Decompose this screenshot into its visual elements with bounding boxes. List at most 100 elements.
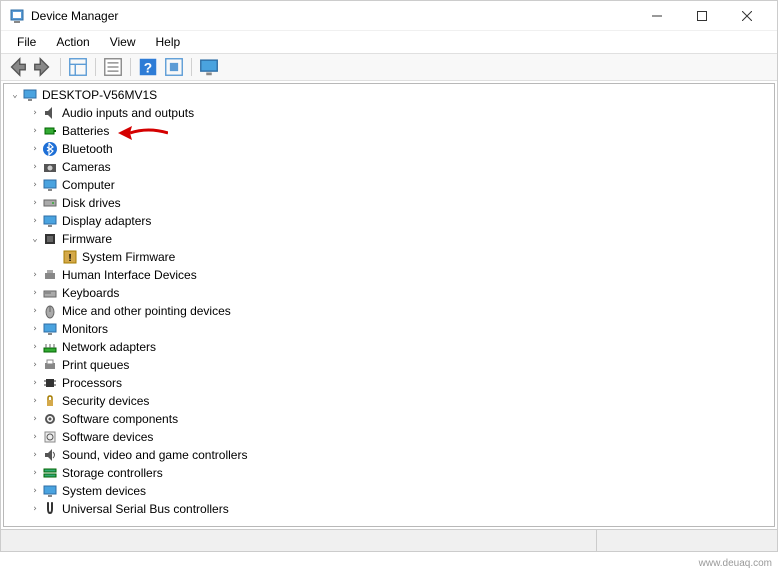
toolbar-separator (60, 58, 61, 76)
tree-item[interactable]: › Monitors (6, 320, 772, 338)
tree-item[interactable]: › Software devices (6, 428, 772, 446)
expander-icon[interactable]: › (28, 342, 42, 352)
expander-icon[interactable]: › (28, 324, 42, 334)
tree-item[interactable]: › Audio inputs and outputs (6, 104, 772, 122)
tree-item-label: Network adapters (62, 340, 156, 354)
menu-file[interactable]: File (7, 33, 46, 51)
toolbar-separator (130, 58, 131, 76)
expander-icon[interactable]: › (28, 450, 42, 460)
menu-view[interactable]: View (100, 33, 146, 51)
tree-root[interactable]: ⌄ DESKTOP-V56MV1S (6, 86, 772, 104)
tree-item[interactable]: › Software components (6, 410, 772, 428)
device-icon: ! (62, 249, 78, 265)
tree-item-label: Monitors (62, 322, 108, 336)
expander-icon[interactable]: › (28, 378, 42, 388)
expander-icon[interactable]: › (28, 180, 42, 190)
scan-hardware-button[interactable] (162, 56, 186, 78)
tree-item[interactable]: ›Processors (6, 374, 772, 392)
expander-icon[interactable]: › (28, 108, 42, 118)
back-button[interactable] (5, 56, 29, 78)
device-category-icon (42, 123, 58, 139)
expander-icon[interactable]: › (28, 270, 42, 280)
device-category-icon (42, 177, 58, 193)
tree-item[interactable]: ›Bluetooth (6, 140, 772, 158)
expander-icon[interactable]: › (28, 432, 42, 442)
tree-item[interactable]: ›Security devices (6, 392, 772, 410)
expander-icon[interactable]: › (28, 414, 42, 424)
tree-item[interactable]: › System devices (6, 482, 772, 500)
tree-item[interactable]: › Display adapters (6, 212, 772, 230)
minimize-button[interactable] (634, 2, 679, 30)
expander-icon[interactable]: › (28, 126, 42, 136)
tree-item[interactable]: › Cameras (6, 158, 772, 176)
tree-item[interactable]: › Batteries (6, 122, 772, 140)
tree-item[interactable]: !System Firmware (6, 248, 772, 266)
show-hide-tree-button[interactable] (66, 56, 90, 78)
expander-icon[interactable]: › (28, 396, 42, 406)
expander-icon[interactable]: › (28, 360, 42, 370)
tree-item-label: Cameras (62, 160, 111, 174)
expander-icon[interactable]: › (28, 162, 42, 172)
tree-item[interactable]: ›Keyboards (6, 284, 772, 302)
device-tree[interactable]: ⌄DESKTOP-V56MV1S›Audio inputs and output… (3, 83, 775, 527)
tree-item-label: Mice and other pointing devices (62, 304, 231, 318)
help-button[interactable]: ? (136, 56, 160, 78)
tree-item-label: Batteries (62, 124, 109, 138)
expander-icon[interactable]: › (28, 216, 42, 226)
tree-item[interactable]: › Storage controllers (6, 464, 772, 482)
device-category-icon (42, 105, 58, 121)
expander-icon[interactable]: › (28, 198, 42, 208)
toolbar-separator (191, 58, 192, 76)
device-manager-window: Device Manager File Action View Help ? ⌄… (0, 0, 778, 552)
expander-icon[interactable]: › (28, 486, 42, 496)
device-category-icon (42, 501, 58, 517)
device-category-icon (42, 285, 58, 301)
close-button[interactable] (724, 2, 769, 30)
menubar: File Action View Help (1, 31, 777, 53)
window-title: Device Manager (31, 9, 634, 23)
tree-item[interactable]: ›Human Interface Devices (6, 266, 772, 284)
tree-item[interactable]: › Network adapters (6, 338, 772, 356)
tree-item-label: Audio inputs and outputs (62, 106, 194, 120)
device-category-icon (42, 393, 58, 409)
tree-item-label: Computer (62, 178, 115, 192)
device-category-icon (42, 375, 58, 391)
device-category-icon (42, 339, 58, 355)
tree-item[interactable]: › Mice and other pointing devices (6, 302, 772, 320)
tree-item[interactable]: ›Print queues (6, 356, 772, 374)
statusbar (1, 529, 777, 551)
expander-icon[interactable]: › (28, 306, 42, 316)
expander-icon[interactable]: ⌄ (8, 90, 22, 100)
tree-item[interactable]: › Sound, video and game controllers (6, 446, 772, 464)
expander-icon[interactable]: ⌄ (28, 234, 42, 244)
device-category-icon (42, 429, 58, 445)
tree-item-label: Software devices (62, 430, 153, 444)
tree-item[interactable]: › Computer (6, 176, 772, 194)
tree-item-label: Display adapters (62, 214, 151, 228)
expander-icon[interactable]: › (28, 288, 42, 298)
tree-item-label: System devices (62, 484, 146, 498)
expander-icon[interactable]: › (28, 144, 42, 154)
device-category-icon (42, 411, 58, 427)
forward-button[interactable] (31, 56, 55, 78)
device-category-icon (42, 195, 58, 211)
menu-action[interactable]: Action (46, 33, 99, 51)
tree-item[interactable]: ›Disk drives (6, 194, 772, 212)
device-category-icon (42, 321, 58, 337)
tree-item-label: Sound, video and game controllers (62, 448, 247, 462)
device-category-icon (42, 483, 58, 499)
maximize-button[interactable] (679, 2, 724, 30)
tree-item-label: Software components (62, 412, 178, 426)
expander-icon[interactable]: › (28, 504, 42, 514)
properties-button[interactable] (101, 56, 125, 78)
monitor-button[interactable] (197, 56, 221, 78)
tree-item-label: Storage controllers (62, 466, 163, 480)
tree-item[interactable]: › Universal Serial Bus controllers (6, 500, 772, 518)
device-category-icon (42, 267, 58, 283)
app-icon (9, 8, 25, 24)
expander-icon[interactable]: › (28, 468, 42, 478)
menu-help[interactable]: Help (146, 33, 191, 51)
tree-item[interactable]: ⌄Firmware (6, 230, 772, 248)
tree-item-label: Universal Serial Bus controllers (62, 502, 229, 516)
tree-root-label: DESKTOP-V56MV1S (42, 88, 157, 102)
